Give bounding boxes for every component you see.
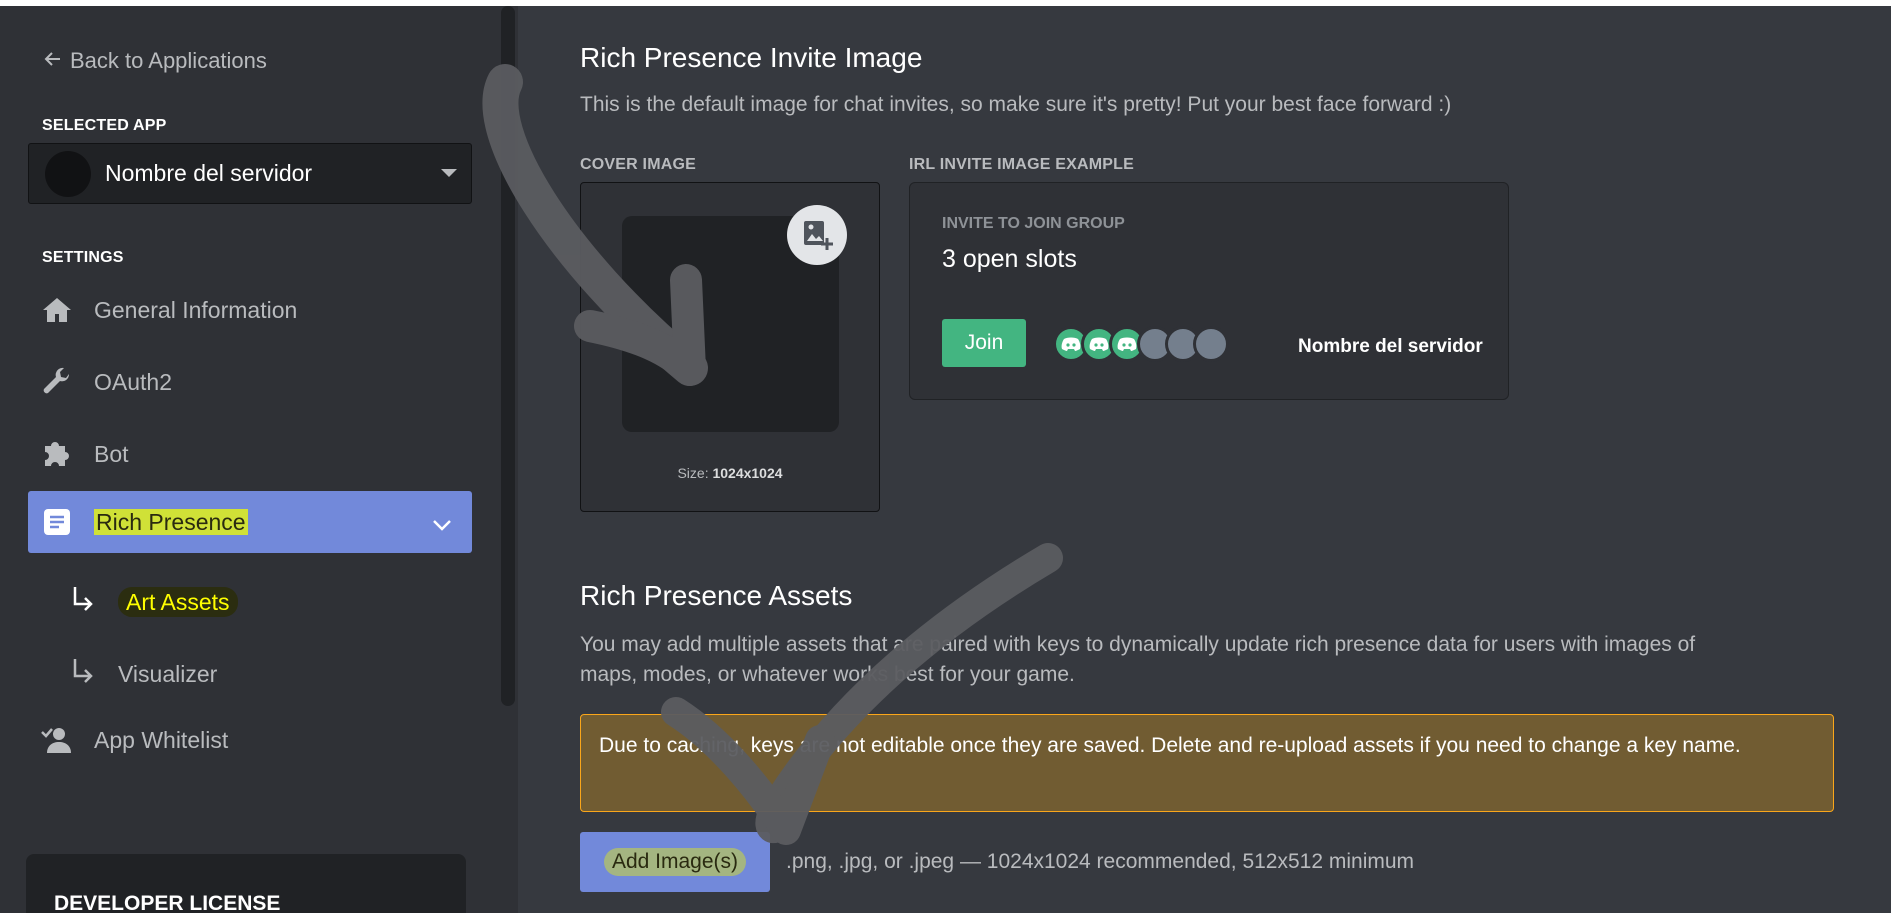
sidebar-item-oauth2[interactable]: OAuth2	[28, 351, 472, 413]
cover-image-label: COVER IMAGE	[580, 156, 696, 173]
sidebar-scrollbar[interactable]	[501, 6, 515, 706]
sidebar-subitem-label: Art Assets	[118, 586, 238, 617]
developer-license-card: DEVELOPER LICENSE	[26, 854, 466, 913]
main-content: Rich Presence Invite Image This is the d…	[518, 6, 1891, 913]
selected-app-name: Nombre del servidor	[105, 160, 313, 186]
sidebar-item-label: General Information	[94, 296, 298, 323]
add-images-hint: .png, .jpg, or .jpeg — 1024x1024 recomme…	[786, 850, 1415, 873]
back-link-label: Back to Applications	[70, 48, 267, 73]
app-selector-dropdown[interactable]: Nombre del servidor	[28, 143, 472, 204]
invite-example-label: IRL INVITE IMAGE EXAMPLE	[909, 156, 1134, 173]
add-images-button-label: Add Image(s)	[603, 848, 747, 876]
join-button[interactable]: Join	[942, 319, 1026, 367]
chevron-down-icon	[441, 169, 457, 177]
invite-card-caption: INVITE TO JOIN GROUP	[942, 215, 1125, 232]
sidebar-item-bot[interactable]: Bot	[28, 423, 472, 485]
settings-heading: SETTINGS	[42, 249, 124, 266]
document-icon	[40, 505, 74, 539]
cover-size-prefix: Size:	[677, 465, 709, 481]
puzzle-icon	[40, 437, 74, 471]
arrow-return-icon	[70, 657, 96, 691]
add-image-icon[interactable]	[787, 205, 847, 265]
arrow-left-icon	[44, 48, 62, 74]
sidebar-subitem-visualizer[interactable]: Visualizer	[70, 657, 217, 691]
assets-description-line2: maps, modes, or whatever works best for …	[580, 663, 1075, 686]
arrow-return-icon	[70, 585, 96, 619]
sidebar-item-rich-presence[interactable]: Rich Presence	[28, 491, 472, 553]
invite-card-slots: 3 open slots	[942, 245, 1077, 273]
assets-description-line1: You may add multiple assets that are pai…	[580, 633, 1696, 656]
empty-slot-avatar	[1193, 326, 1229, 362]
cover-size-text: Size: 1024x1024	[581, 465, 879, 481]
user-check-icon	[40, 723, 74, 757]
party-avatars	[1053, 326, 1229, 362]
sidebar-item-label: OAuth2	[94, 368, 172, 395]
cover-size-value: 1024x1024	[712, 465, 783, 481]
wrench-icon	[40, 365, 74, 399]
sidebar-item-app-whitelist[interactable]: App Whitelist	[28, 709, 472, 771]
invite-example-card: INVITE TO JOIN GROUP 3 open slots Join N…	[909, 182, 1509, 400]
app-avatar	[45, 150, 91, 197]
caching-warning-notice: Due to caching, keys are not editable on…	[580, 714, 1834, 812]
sidebar-item-general-information[interactable]: General Information	[28, 279, 472, 341]
home-icon	[40, 293, 74, 327]
invite-image-description: This is the default image for chat invit…	[580, 93, 1452, 116]
add-images-button[interactable]: Add Image(s)	[580, 832, 770, 892]
invite-card-server-name: Nombre del servidor	[1298, 336, 1483, 357]
chevron-down-icon	[432, 511, 452, 538]
developer-license-heading: DEVELOPER LICENSE	[54, 892, 281, 913]
cover-image-uploader[interactable]: Size: 1024x1024	[580, 182, 880, 512]
sidebar: Back to Applications SELECTED APP Nombre…	[0, 6, 518, 913]
sidebar-item-label: Bot	[94, 440, 129, 467]
app-window: Back to Applications SELECTED APP Nombre…	[0, 6, 1891, 913]
invite-image-title: Rich Presence Invite Image	[580, 42, 923, 73]
sidebar-subitem-art-assets[interactable]: Art Assets	[70, 585, 238, 619]
back-to-applications-link[interactable]: Back to Applications	[44, 48, 267, 74]
sidebar-subitem-label: Visualizer	[118, 660, 218, 687]
sidebar-item-label: Rich Presence	[94, 508, 248, 535]
assets-title: Rich Presence Assets	[580, 580, 853, 611]
selected-app-heading: SELECTED APP	[42, 117, 167, 134]
sidebar-item-label: App Whitelist	[94, 726, 229, 753]
